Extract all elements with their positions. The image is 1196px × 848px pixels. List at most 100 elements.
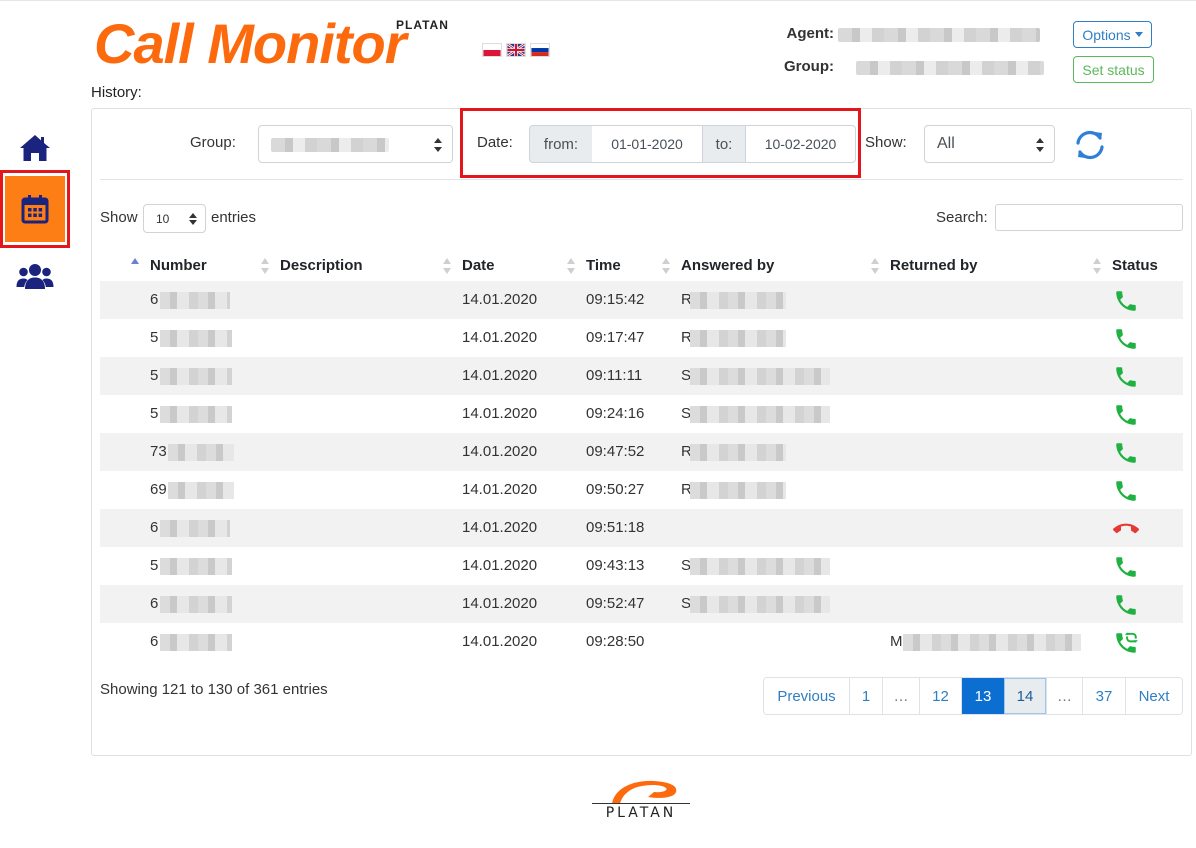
show-select[interactable]: All <box>924 125 1055 163</box>
page-length-select[interactable]: 10 <box>143 204 206 233</box>
cell-number: 69 <box>150 481 167 498</box>
users-icon <box>16 264 54 289</box>
group-select[interactable] <box>258 125 453 163</box>
cell-date: 14.01.2020 <box>462 367 538 384</box>
number-redacted <box>160 596 232 613</box>
page-14[interactable]: 14 <box>1004 678 1046 714</box>
nav-history[interactable] <box>0 170 70 248</box>
table-row[interactable]: 6 14.01.2020 09:51:18 <box>100 509 1183 547</box>
cell-time: 09:15:42 <box>586 291 645 308</box>
phone-callback-icon <box>1116 632 1138 653</box>
cell-time: 09:43:13 <box>586 557 645 574</box>
flag-ru-icon[interactable] <box>530 43 550 57</box>
page-previous[interactable]: Previous <box>764 678 849 714</box>
cell-returned-by: M <box>890 633 903 650</box>
phone-icon <box>1116 329 1136 349</box>
number-redacted <box>160 330 232 347</box>
date-label: Date: <box>477 134 513 151</box>
phone-hangup-icon <box>1113 523 1139 534</box>
page-length-value: 10 <box>156 211 170 226</box>
set-status-button[interactable]: Set status <box>1073 56 1154 83</box>
page-1[interactable]: 1 <box>849 678 882 714</box>
platan-footer-logo: PLATAN <box>590 778 692 822</box>
cell-number: 5 <box>150 367 159 384</box>
col-time[interactable]: Time <box>586 257 621 274</box>
table-info: Showing 121 to 130 of 361 entries <box>100 681 328 698</box>
cell-time: 09:24:16 <box>586 405 645 422</box>
table-row[interactable]: 5 14.01.2020 09:43:13 S <box>100 547 1183 585</box>
language-flags <box>482 43 550 57</box>
options-button[interactable]: Options <box>1073 21 1152 48</box>
sort-icon[interactable] <box>443 258 451 274</box>
top-border <box>0 0 1196 1</box>
col-number[interactable]: Number <box>150 257 207 274</box>
sort-icon[interactable] <box>871 258 879 274</box>
filters-divider <box>100 179 1183 180</box>
refresh-icon[interactable] <box>1073 128 1107 162</box>
nav-home[interactable] <box>0 128 70 168</box>
select-arrows-icon <box>434 138 442 152</box>
to-date-input[interactable]: 10-02-2020 <box>745 125 856 163</box>
cell-date: 14.01.2020 <box>462 405 538 422</box>
col-returned-by[interactable]: Returned by <box>890 257 978 274</box>
cell-time: 09:28:50 <box>586 633 645 650</box>
cell-date: 14.01.2020 <box>462 557 538 574</box>
cell-number: 73 <box>150 443 167 460</box>
answered-by-redacted <box>690 596 830 613</box>
cell-number: 6 <box>150 595 159 612</box>
page-37[interactable]: 37 <box>1082 678 1125 714</box>
from-date-input[interactable]: 01-01-2020 <box>592 125 703 163</box>
show-filter-label: Show: <box>865 134 907 151</box>
table-row[interactable]: 6 14.01.2020 09:52:47 S <box>100 585 1183 623</box>
number-redacted <box>168 444 234 461</box>
flag-pl-icon[interactable] <box>482 43 502 57</box>
cell-number: 5 <box>150 405 159 422</box>
col-description[interactable]: Description <box>280 257 363 274</box>
call-monitor-logo: Call Monitor PLATAN <box>94 14 474 74</box>
nav-users[interactable] <box>0 256 70 296</box>
calendar-icon <box>21 195 49 224</box>
phone-icon <box>1116 595 1136 615</box>
pagination: Previous 1 … 12 13 14 … 37 Next <box>763 677 1183 715</box>
table-row[interactable]: 5 14.01.2020 09:11:11 S <box>100 357 1183 395</box>
length-show-label: Show <box>100 209 138 226</box>
table-row[interactable]: 5 14.01.2020 09:24:16 S <box>100 395 1183 433</box>
sort-icon[interactable] <box>1093 258 1101 274</box>
cell-date: 14.01.2020 <box>462 519 538 536</box>
sort-asc-icon[interactable] <box>131 258 139 274</box>
show-select-value: All <box>937 135 955 152</box>
col-status[interactable]: Status <box>1112 257 1158 274</box>
table-row[interactable]: 6 14.01.2020 09:28:50 M <box>100 623 1183 661</box>
sort-icon[interactable] <box>567 258 575 274</box>
page-13[interactable]: 13 <box>961 678 1004 714</box>
cell-time: 09:51:18 <box>586 519 645 536</box>
to-addon: to: <box>702 125 746 163</box>
cell-time: 09:47:52 <box>586 443 645 460</box>
answered-by-redacted <box>690 558 830 575</box>
phone-icon <box>1116 291 1136 311</box>
cell-time: 09:17:47 <box>586 329 645 346</box>
cell-date: 14.01.2020 <box>462 329 538 346</box>
page-next[interactable]: Next <box>1125 678 1182 714</box>
col-date[interactable]: Date <box>462 257 495 274</box>
table-row[interactable]: 5 14.01.2020 09:17:47 R <box>100 319 1183 357</box>
flag-en-icon[interactable] <box>506 43 526 57</box>
logo-brand: PLATAN <box>396 18 449 32</box>
search-label: Search: <box>936 209 988 226</box>
table-row[interactable]: 6 14.01.2020 09:15:42 R <box>100 281 1183 319</box>
col-answered-by[interactable]: Answered by <box>681 257 774 274</box>
table-row[interactable]: 73 14.01.2020 09:47:52 R <box>100 433 1183 471</box>
page-12[interactable]: 12 <box>919 678 961 714</box>
phone-icon <box>1116 557 1136 577</box>
search-input[interactable] <box>995 204 1183 231</box>
phone-icon <box>1116 443 1136 463</box>
group-filter-label: Group: <box>190 134 236 151</box>
number-redacted <box>160 406 232 423</box>
sort-icon[interactable] <box>662 258 670 274</box>
table-row[interactable]: 69 14.01.2020 09:50:27 R <box>100 471 1183 509</box>
number-redacted <box>160 520 230 537</box>
cell-time: 09:11:11 <box>586 367 643 384</box>
select-arrows-icon <box>1036 138 1044 152</box>
sort-icon[interactable] <box>261 258 269 274</box>
footer-brand: PLATAN <box>605 805 677 821</box>
